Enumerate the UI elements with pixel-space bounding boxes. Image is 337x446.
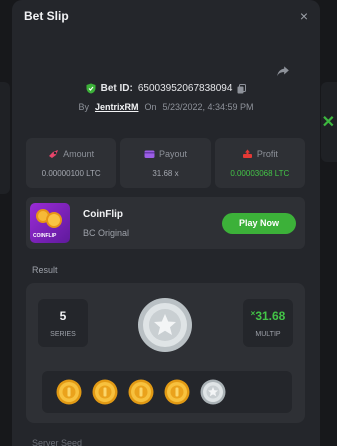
game-name: CoinFlip [83,208,123,220]
gold-coin-icon [164,379,190,405]
bet-author-row: By JentrixRM On 5/23/2022, 4:34:59 PM [12,102,320,112]
by-label: By [78,102,89,112]
game-info: CoinFlip BC Original [83,209,222,238]
shield-check-icon [86,83,96,94]
silver-coin-icon [200,379,226,405]
stat-profit: Profit 0.00003068 LTC [214,138,305,188]
multiplier-label: MULTIP [255,330,281,338]
silver-coin-icon [138,298,192,352]
gold-coin-icon [56,379,82,405]
stat-label: Payout [158,148,187,159]
stat-label: Amount [63,148,95,159]
on-label: On [144,102,157,112]
background-x-mark: ✕ [321,114,335,131]
dialog-title: Bet Slip [24,9,69,23]
stats-row: Amount 0.00000100 LTC Payout 31.68 x Pro… [26,138,305,188]
bet-id-row: Bet ID: 65003952067838094 [12,83,320,94]
multiplier-box: ×31.68 MULTIP [243,299,293,347]
play-now-button[interactable]: Play Now [222,212,296,234]
gold-coin-icon [92,379,118,405]
bet-slip-dialog: Bet Slip × Bet ID: 65003952067838094 By … [12,0,320,446]
amount-icon [49,149,59,158]
stat-label: Profit [256,148,278,159]
payout-icon [144,150,155,158]
coinflip-thumbnail[interactable]: COINFLIP [30,203,70,243]
coin-history-row [42,371,292,413]
gold-coin-icon [128,379,154,405]
stat-value: 0.00000100 LTC [41,168,101,178]
copy-icon[interactable] [237,83,247,94]
multiplier-value: ×31.68 [250,308,286,323]
series-value: 5 [59,308,67,323]
game-subtitle: BC Original [83,227,130,238]
user-link[interactable]: JentrixRM [95,102,139,112]
close-icon[interactable]: × [300,9,308,23]
stat-value: 0.00003068 LTC [230,168,290,178]
bet-id-label: Bet ID: [100,83,133,94]
profit-icon [242,149,252,158]
background-card-left [0,82,10,194]
stat-amount: Amount 0.00000100 LTC [26,138,117,188]
result-panel: 5 SERIES ×31.68 MULTIP [26,283,305,423]
server-seed-label: Server Seed [32,438,83,446]
bet-id-value: 65003952067838094 [137,83,233,94]
stat-payout: Payout 31.68 x [120,138,211,188]
series-label: SERIES [50,330,76,338]
dialog-header: Bet Slip × [12,0,320,32]
stat-value: 31.68 x [152,168,179,178]
result-label: Result [32,265,58,275]
bet-datetime: 5/23/2022, 4:34:59 PM [162,102,254,112]
share-icon[interactable] [276,64,290,78]
series-box: 5 SERIES [38,299,88,347]
game-card: COINFLIP CoinFlip BC Original Play Now [26,197,305,249]
thumbnail-text: COINFLIP [33,233,57,239]
